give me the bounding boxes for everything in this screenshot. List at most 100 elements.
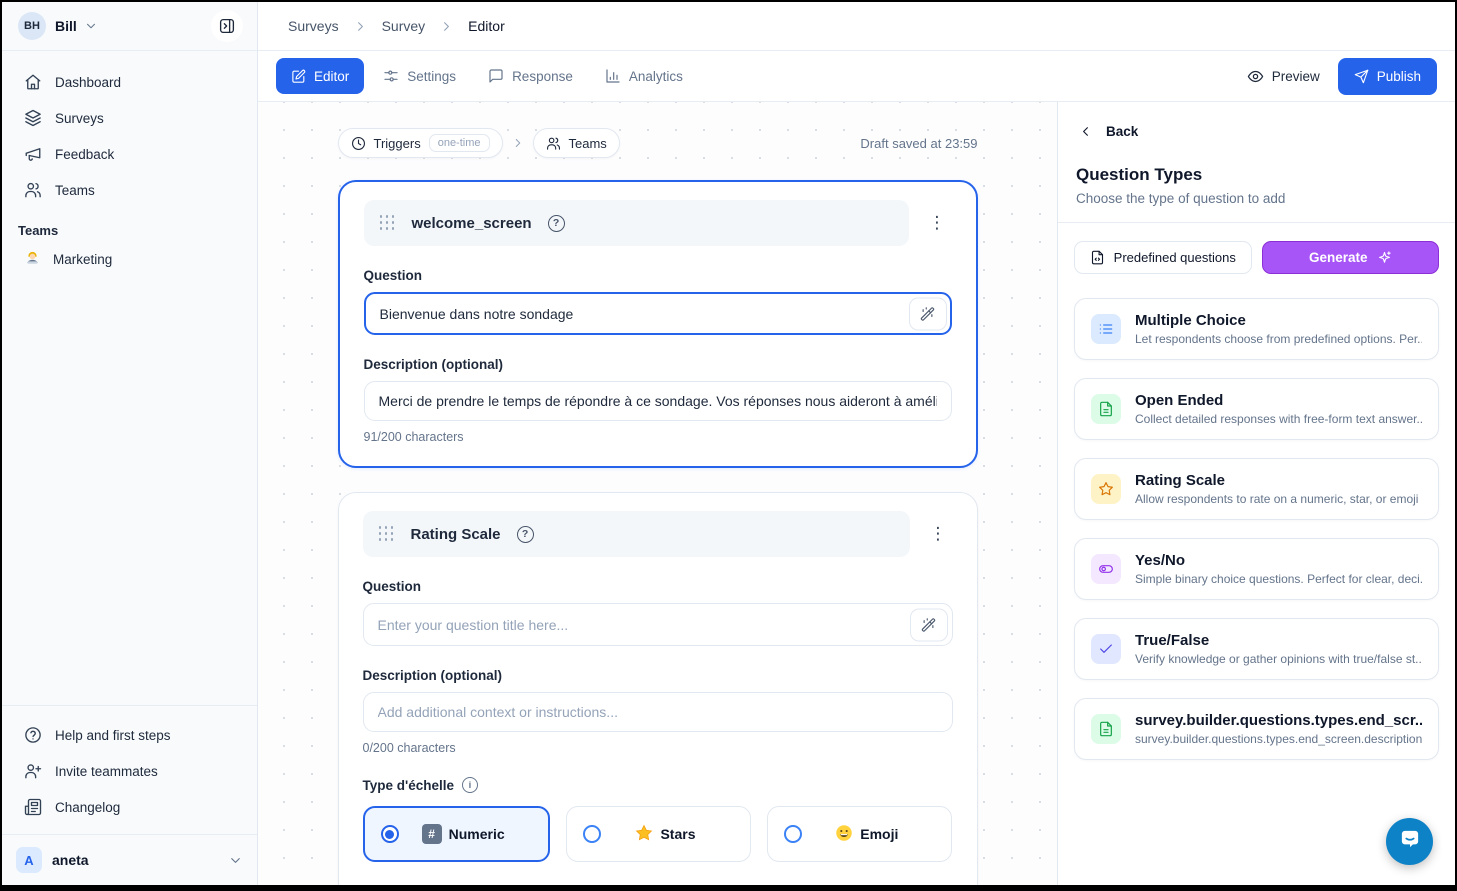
file-code-icon xyxy=(1090,250,1105,265)
wand-icon xyxy=(921,617,936,632)
type-card-rating-scale[interactable]: Rating Scale Allow respondents to rate o… xyxy=(1074,458,1439,520)
sidebar-item-label: Feedback xyxy=(55,147,114,162)
card-title: Rating Scale xyxy=(411,526,501,543)
sidebar-nav: Dashboard Surveys Feedback Teams xyxy=(2,51,257,207)
help-circle-icon[interactable]: ? xyxy=(548,215,565,232)
question-input[interactable] xyxy=(364,292,952,335)
type-description: Verify knowledge or gather opinions with… xyxy=(1135,652,1422,666)
scale-option-emoji[interactable]: Emoji xyxy=(767,806,952,862)
magic-wand-button[interactable] xyxy=(910,608,948,641)
scale-option-stars[interactable]: Stars xyxy=(566,806,751,862)
help-circle-icon[interactable]: ? xyxy=(517,526,534,543)
type-title: Multiple Choice xyxy=(1135,312,1422,329)
panel-subtitle: Choose the type of question to add xyxy=(1074,191,1439,206)
scale-type-text: Type d'échelle xyxy=(363,778,455,793)
sidebar-item-dashboard[interactable]: Dashboard xyxy=(14,65,245,99)
back-button[interactable]: Back xyxy=(1074,122,1439,139)
sidebar-item-surveys[interactable]: Surveys xyxy=(14,101,245,135)
description-label: Description (optional) xyxy=(364,357,952,372)
org-switcher[interactable]: A aneta xyxy=(2,834,257,885)
radio-selected-icon xyxy=(381,825,399,843)
preview-button[interactable]: Preview xyxy=(1247,68,1320,85)
editor-toolbar: Editor Settings Response Analytics Previ… xyxy=(258,51,1455,102)
tab-label: Analytics xyxy=(629,69,683,84)
triggers-chip[interactable]: Triggers one-time xyxy=(338,128,503,158)
option-label: Emoji xyxy=(860,826,898,842)
breadcrumb: Surveys Survey Editor xyxy=(258,2,1455,51)
star-icon xyxy=(1091,474,1121,504)
description-input[interactable] xyxy=(364,381,952,421)
clock-icon xyxy=(351,136,366,151)
info-circle-icon[interactable]: i xyxy=(462,777,478,793)
sidebar-item-help[interactable]: Help and first steps xyxy=(14,718,245,752)
sidebar-collapse-button[interactable] xyxy=(211,10,243,42)
main-column: Surveys Survey Editor Editor Settings Re… xyxy=(258,2,1455,885)
question-input[interactable] xyxy=(363,603,953,646)
breadcrumb-surveys[interactable]: Surveys xyxy=(288,18,339,34)
type-card-yes-no[interactable]: Yes/No Simple binary choice questions. P… xyxy=(1074,538,1439,600)
org-name: aneta xyxy=(52,852,89,868)
megaphone-icon xyxy=(24,145,42,163)
user-name[interactable]: Bill xyxy=(55,18,77,34)
tab-response[interactable]: Response xyxy=(475,58,586,94)
char-count: 0/200 characters xyxy=(363,741,953,755)
tab-settings[interactable]: Settings xyxy=(370,58,469,94)
toggle-icon xyxy=(1091,554,1121,584)
tab-editor[interactable]: Editor xyxy=(276,58,364,94)
sidebar-item-label: Invite teammates xyxy=(55,764,158,779)
panel-collapse-icon xyxy=(218,17,236,35)
generate-label: Generate xyxy=(1309,250,1368,265)
sidebar-item-changelog[interactable]: Changelog xyxy=(14,790,245,824)
card-header-strip: welcome_screen ? xyxy=(364,200,909,246)
card-title: welcome_screen xyxy=(412,215,532,232)
chevron-down-icon xyxy=(228,853,243,868)
type-card-multiple-choice[interactable]: Multiple Choice Let respondents choose f… xyxy=(1074,298,1439,360)
kebab-menu-icon[interactable]: ⋮ xyxy=(924,522,953,546)
draft-status: Draft saved at 23:59 xyxy=(860,136,977,151)
type-card-open-ended[interactable]: Open Ended Collect detailed responses wi… xyxy=(1074,378,1439,440)
question-label: Question xyxy=(363,579,953,594)
description-input[interactable] xyxy=(363,692,953,732)
breadcrumb-survey[interactable]: Survey xyxy=(382,18,426,34)
sidebar: BH Bill Dashboard Surveys Feedback T xyxy=(2,2,258,885)
tab-label: Settings xyxy=(407,69,456,84)
tab-analytics[interactable]: Analytics xyxy=(592,58,696,94)
teams-chip[interactable]: Teams xyxy=(533,128,620,158)
user-plus-icon xyxy=(24,762,42,780)
layers-icon xyxy=(24,109,42,127)
triggers-label: Triggers xyxy=(374,136,421,151)
publish-button[interactable]: Publish xyxy=(1338,58,1437,95)
magic-wand-button[interactable] xyxy=(909,297,947,330)
type-description: Let respondents choose from predefined o… xyxy=(1135,332,1422,346)
wand-icon xyxy=(920,306,935,321)
question-types-panel: Back Question Types Choose the type of q… xyxy=(1058,102,1455,885)
question-card-rating[interactable]: Rating Scale ? ⋮ Question De xyxy=(338,492,978,885)
sidebar-item-marketing[interactable]: Marketing xyxy=(2,242,257,276)
type-text: True/False Verify knowledge or gather op… xyxy=(1135,632,1422,666)
user-avatar[interactable]: BH xyxy=(18,12,46,40)
type-card-end-screen[interactable]: survey.builder.questions.types.end_scr..… xyxy=(1074,698,1439,760)
radio-icon xyxy=(784,825,802,843)
chevron-down-icon[interactable] xyxy=(84,19,98,33)
question-card-welcome[interactable]: welcome_screen ? ⋮ Question xyxy=(338,180,978,468)
sidebar-item-teams[interactable]: Teams xyxy=(14,173,245,207)
radio-icon xyxy=(583,825,601,843)
scale-option-numeric[interactable]: # Numeric xyxy=(363,806,550,862)
type-title: Yes/No xyxy=(1135,552,1422,569)
sidebar-item-invite[interactable]: Invite teammates xyxy=(14,754,245,788)
generate-button[interactable]: Generate xyxy=(1262,241,1440,274)
sidebar-item-feedback[interactable]: Feedback xyxy=(14,137,245,171)
type-card-true-false[interactable]: True/False Verify knowledge or gather op… xyxy=(1074,618,1439,680)
sidebar-item-label: Teams xyxy=(55,183,95,198)
drag-handle-icon[interactable] xyxy=(380,215,396,231)
panel-title: Question Types xyxy=(1074,165,1439,185)
question-input-wrap xyxy=(363,603,953,646)
card-header: welcome_screen ? ⋮ xyxy=(364,200,952,246)
predefined-questions-button[interactable]: Predefined questions xyxy=(1074,241,1252,274)
check-icon xyxy=(1091,634,1121,664)
card-header-strip: Rating Scale ? xyxy=(363,511,910,557)
home-icon xyxy=(24,73,42,91)
drag-handle-icon[interactable] xyxy=(379,526,395,542)
type-description: Allow respondents to rate on a numeric, … xyxy=(1135,492,1422,506)
kebab-menu-icon[interactable]: ⋮ xyxy=(923,211,952,235)
